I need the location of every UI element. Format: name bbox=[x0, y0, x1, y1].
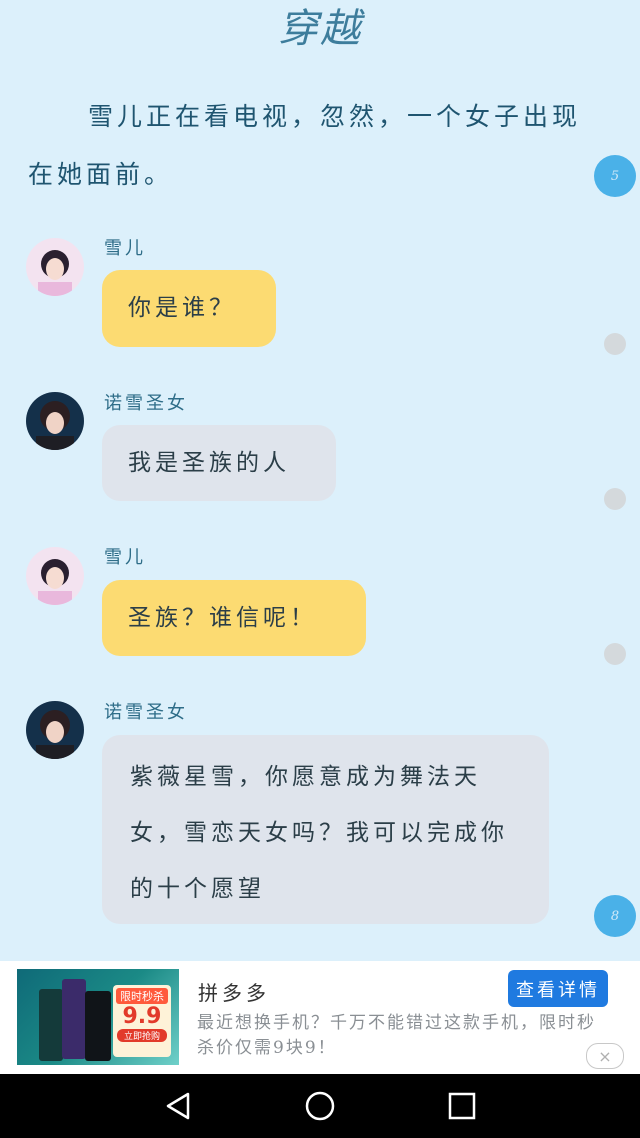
sender-name: 诺雪圣女 bbox=[104, 702, 188, 723]
close-ad-icon[interactable]: × bbox=[586, 1043, 624, 1069]
message-bubble[interactable]: 我是圣族的人 bbox=[102, 425, 336, 501]
comment-dot[interactable] bbox=[604, 488, 626, 510]
ad-description[interactable]: 最近想换手机？千万不能错过这款手机，限时秒杀价仅需9块9！ bbox=[197, 1011, 607, 1061]
recent-apps-icon[interactable] bbox=[442, 1086, 482, 1126]
view-details-button[interactable]: 查看详情 bbox=[508, 970, 608, 1007]
ad-price-tag: 限时秒杀 9.9 立即抢购 bbox=[113, 985, 171, 1057]
avatar-xueer[interactable] bbox=[26, 547, 84, 605]
comment-dot[interactable] bbox=[604, 333, 626, 355]
avatar-nuoxue[interactable] bbox=[26, 392, 84, 450]
comment-count-badge[interactable]: 5 bbox=[594, 155, 636, 197]
narration-text: 雪儿正在看电视，忽然，一个女子出现在她面前。 bbox=[28, 102, 582, 189]
sender-name: 雪儿 bbox=[104, 238, 146, 259]
avatar-xueer[interactable] bbox=[26, 238, 84, 296]
ad-title[interactable]: 拼多多 bbox=[198, 977, 270, 1006]
message-bubble[interactable]: 圣族？谁信呢！ bbox=[102, 580, 366, 656]
advertisement-banner[interactable]: 限时秒杀 9.9 立即抢购 拼多多 最近想换手机？千万不能错过这款手机，限时秒杀… bbox=[0, 961, 640, 1074]
home-icon[interactable] bbox=[300, 1086, 340, 1126]
system-navigation-bar bbox=[0, 1074, 640, 1138]
comment-count-badge[interactable]: 8 bbox=[594, 895, 636, 937]
ad-image[interactable]: 限时秒杀 9.9 立即抢购 bbox=[17, 969, 179, 1065]
sender-name: 诺雪圣女 bbox=[104, 393, 188, 414]
back-icon[interactable] bbox=[158, 1086, 198, 1126]
story-title: 穿越 bbox=[278, 6, 362, 52]
comment-dot[interactable] bbox=[604, 643, 626, 665]
message-bubble[interactable]: 你是谁？ bbox=[102, 270, 276, 347]
message-bubble[interactable]: 紫薇星雪，你愿意成为舞法天女，雪恋天女吗？我可以完成你的十个愿望 bbox=[102, 735, 549, 924]
avatar-nuoxue[interactable] bbox=[26, 701, 84, 759]
sender-name: 雪儿 bbox=[104, 547, 146, 568]
